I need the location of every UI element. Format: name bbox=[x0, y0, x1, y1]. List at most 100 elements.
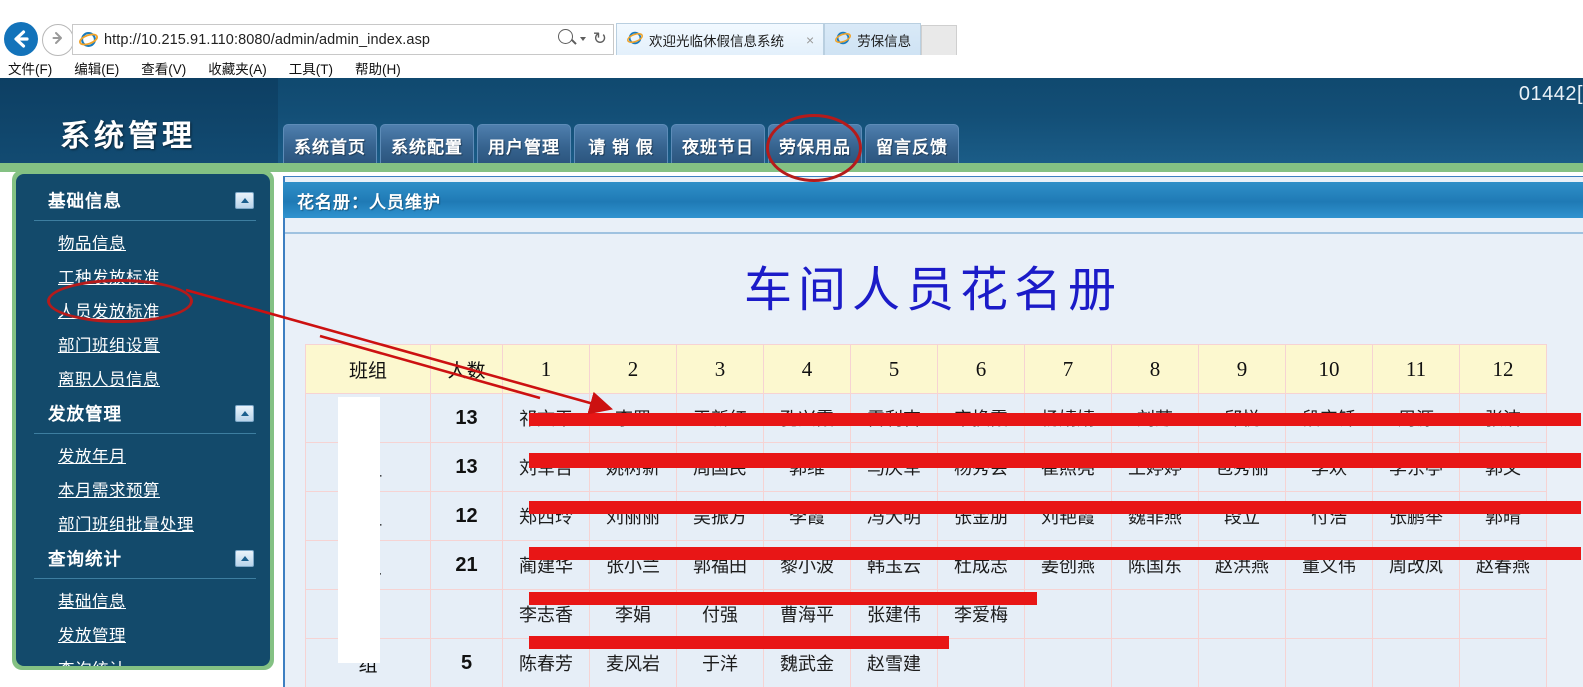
divider bbox=[34, 433, 256, 434]
table-body: 组 13 祁文平 李罡 王新红 孔兴霞 雷利吉 宋换霞 杨婧婧 刘芳 邱悦 段宝… bbox=[305, 393, 1547, 687]
nav-tab-user-management[interactable]: 用户管理 bbox=[477, 124, 571, 165]
divider bbox=[34, 220, 256, 221]
sidebar-item-query-statistics[interactable]: 查询统计 bbox=[16, 651, 270, 666]
nav-tab-home[interactable]: 系统首页 bbox=[283, 124, 377, 165]
roster-table: 班组 人数 1 2 3 4 5 6 7 8 9 10 11 12 组 13 祁文… bbox=[305, 344, 1547, 687]
menu-file[interactable]: 文件(F) bbox=[8, 58, 52, 78]
sidebar-group-basic-info[interactable]: 基础信息 bbox=[16, 182, 270, 218]
browser-tab-1[interactable]: 欢迎光临休假信息系统 × bbox=[616, 23, 825, 55]
header-counter: 01442[ bbox=[1518, 83, 1583, 105]
col-header-9: 9 bbox=[1198, 344, 1286, 394]
cell-name: 刘芳 bbox=[1111, 393, 1199, 443]
cell-count: 5 bbox=[430, 638, 503, 687]
cell-name: 李欢 bbox=[1285, 442, 1373, 492]
cell-name: 黎小波 bbox=[763, 540, 851, 590]
sidebar-group-issuance[interactable]: 发放管理 bbox=[16, 395, 270, 431]
col-header-3: 3 bbox=[676, 344, 764, 394]
divider bbox=[34, 578, 256, 579]
table-row[interactable]: 1组 13 刘军吉 姚树新 周国民 郭维 马庆军 杨秀会 崔照亮 王婷婷 包秀丽… bbox=[305, 442, 1547, 492]
sidebar-group-query-stats[interactable]: 查询统计 bbox=[16, 540, 270, 576]
cell-name: 曹海平 bbox=[763, 589, 851, 639]
back-button[interactable] bbox=[4, 22, 38, 56]
cell-name bbox=[1111, 589, 1199, 639]
sidebar-item-department-team-setting[interactable]: 部门班组设置 bbox=[16, 327, 270, 361]
col-header-6: 6 bbox=[937, 344, 1025, 394]
cell-name: 杨秀会 bbox=[937, 442, 1025, 492]
browser-menu-bar: 文件(F) 编辑(E) 查看(V) 收藏夹(A) 工具(T) 帮助(H) bbox=[0, 57, 1583, 78]
screenshot-root: http://10.215.91.110:8080/admin/admin_in… bbox=[0, 0, 1583, 687]
cell-name: 马庆军 bbox=[850, 442, 938, 492]
cell-name: 魏武金 bbox=[763, 638, 851, 687]
cell-name: 张鹏举 bbox=[1372, 491, 1460, 541]
refresh-icon[interactable]: ↻ bbox=[593, 30, 607, 47]
cell-name: 李霞 bbox=[763, 491, 851, 541]
cell-name: 祁文平 bbox=[502, 393, 590, 443]
sidebar-item-query-issuance[interactable]: 发放管理 bbox=[16, 617, 270, 651]
cell-group: 1组 bbox=[305, 442, 431, 492]
nav-tab-system-config[interactable]: 系统配置 bbox=[380, 124, 474, 165]
cell-name bbox=[1285, 638, 1373, 687]
col-header-2: 2 bbox=[589, 344, 677, 394]
menu-view[interactable]: 查看(V) bbox=[141, 58, 186, 78]
browser-tab-2[interactable]: 劳保信息 bbox=[824, 23, 922, 55]
sidebar-item-goods-info[interactable]: 物品信息 bbox=[16, 225, 270, 259]
collapse-triangle-icon[interactable] bbox=[235, 405, 254, 422]
table-row[interactable]: 组 13 祁文平 李罡 王新红 孔兴霞 雷利吉 宋换霞 杨婧婧 刘芳 邱悦 段宝… bbox=[305, 393, 1547, 443]
cell-name bbox=[1024, 638, 1112, 687]
forward-button[interactable] bbox=[42, 24, 74, 56]
cell-name: 王新红 bbox=[676, 393, 764, 443]
cell-name: 段立 bbox=[1198, 491, 1286, 541]
cell-name: 李志香 bbox=[502, 589, 590, 639]
table-row[interactable]: 李志香 李娟 付强 曹海平 张建伟 李爱梅 bbox=[305, 589, 1547, 639]
nav-tab-labor-supplies[interactable]: 劳保用品 bbox=[768, 124, 862, 165]
sidebar-item-job-standard[interactable]: 工种发放标准 bbox=[16, 259, 270, 293]
sidebar-item-personnel-standard[interactable]: 人员发放标准 bbox=[16, 293, 270, 327]
cell-name: 邱悦 bbox=[1198, 393, 1286, 443]
cell-name: 段宝钎 bbox=[1285, 393, 1373, 443]
sidebar-item-resigned-personnel[interactable]: 离职人员信息 bbox=[16, 361, 270, 395]
sidebar-item-batch-process[interactable]: 部门班组批量处理 bbox=[16, 506, 270, 540]
sidebar-item-query-basic-info[interactable]: 基础信息 bbox=[16, 583, 270, 617]
new-tab-button[interactable] bbox=[921, 25, 958, 55]
address-bar[interactable]: http://10.215.91.110:8080/admin/admin_in… bbox=[72, 24, 614, 55]
search-icon[interactable] bbox=[557, 29, 573, 48]
close-icon[interactable]: × bbox=[806, 32, 814, 48]
cell-count bbox=[430, 589, 503, 639]
cell-name: 赵春燕 bbox=[1459, 540, 1547, 590]
cell-name: 张小兰 bbox=[589, 540, 677, 590]
menu-help[interactable]: 帮助(H) bbox=[355, 58, 401, 78]
chevron-down-icon[interactable] bbox=[579, 36, 586, 41]
table-row[interactable]: c组 21 蔺建华 张小兰 郭福田 黎小波 韩玉云 杜成志 姜创燕 陈国东 赵洪… bbox=[305, 540, 1547, 590]
sidebar-item-monthly-budget[interactable]: 本月需求预算 bbox=[16, 472, 270, 506]
cell-name bbox=[1198, 638, 1286, 687]
menu-edit[interactable]: 编辑(E) bbox=[74, 58, 119, 78]
col-header-11: 11 bbox=[1372, 344, 1460, 394]
cell-count: 21 bbox=[430, 540, 503, 590]
collapse-triangle-icon[interactable] bbox=[235, 550, 254, 567]
sidebar: 基础信息 物品信息 工种发放标准 人员发放标准 部门班组设置 离职人员信息 发放… bbox=[12, 170, 274, 670]
menu-tools[interactable]: 工具(T) bbox=[289, 58, 333, 78]
cell-name: 赵雪建 bbox=[850, 638, 938, 687]
collapse-triangle-icon[interactable] bbox=[235, 192, 254, 209]
cell-name: 魏菲燕 bbox=[1111, 491, 1199, 541]
cell-name: 郭福田 bbox=[676, 540, 764, 590]
cell-name bbox=[1372, 589, 1460, 639]
sidebar-item-issuance-month[interactable]: 发放年月 bbox=[16, 438, 270, 472]
report-title: 车间人员花名册 bbox=[743, 264, 1122, 317]
cell-name: 周国民 bbox=[676, 442, 764, 492]
cell-name: 张建伟 bbox=[850, 589, 938, 639]
table-row[interactable]: 2组 12 郑西玲 刘丽丽 吴振方 李霞 冯大明 张金朋 刘艳霞 魏菲燕 段立 … bbox=[305, 491, 1547, 541]
nav-tab-feedback[interactable]: 留言反馈 bbox=[865, 124, 959, 165]
address-bar-buttons: ↻ bbox=[557, 29, 607, 48]
table-row[interactable]: 组 5 陈春芳 麦风岩 于洋 魏武金 赵雪建 bbox=[305, 638, 1547, 687]
back-arrow-icon bbox=[10, 28, 32, 50]
cell-name: 吴振方 bbox=[676, 491, 764, 541]
menu-favorites[interactable]: 收藏夹(A) bbox=[208, 58, 267, 78]
cell-name: 付强 bbox=[676, 589, 764, 639]
cell-name: 于洋 bbox=[676, 638, 764, 687]
cell-name: 姚树新 bbox=[589, 442, 677, 492]
nav-tab-night-shift-holiday[interactable]: 夜班节日 bbox=[671, 124, 765, 165]
cell-name: 姜创燕 bbox=[1024, 540, 1112, 590]
cell-name: 李罡 bbox=[589, 393, 677, 443]
nav-tab-leave[interactable]: 请 销 假 bbox=[574, 124, 668, 165]
